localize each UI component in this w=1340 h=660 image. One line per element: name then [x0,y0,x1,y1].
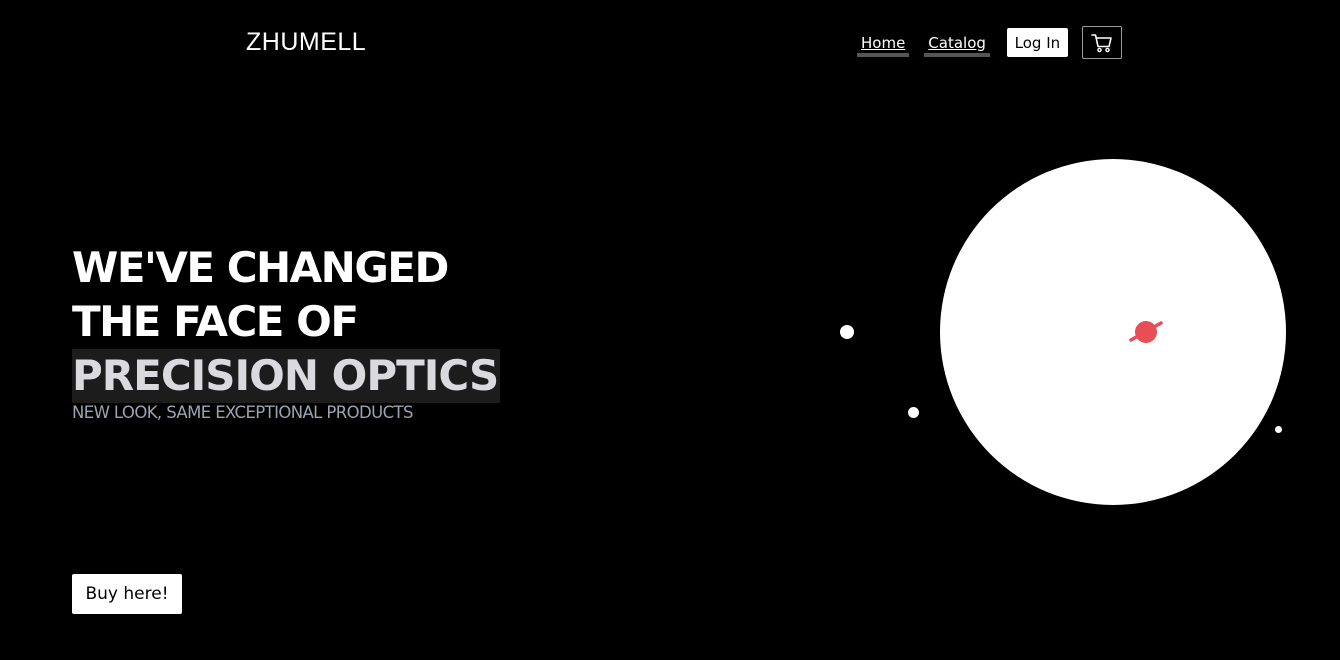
decorative-dot [908,407,919,418]
planet-icon [1129,321,1163,343]
hero-heading-line-2: THE FACE OF [72,297,359,346]
cart-button[interactable] [1081,26,1122,59]
nav-link-home[interactable]: Home [857,29,910,57]
main-nav: Home Catalog Log In [857,26,1122,59]
decorative-dot [840,325,854,339]
brand-logo[interactable]: ZHUMELL [246,28,366,57]
decorative-dot [1275,426,1282,433]
page: ZHUMELL Home Catalog Log In WE'VE CHANGE… [0,0,1340,660]
buy-here-button[interactable]: Buy here! [72,574,182,614]
hero-section: WE'VE CHANGED THE FACE OF PRECISION OPTI… [72,241,501,423]
nav-link-catalog[interactable]: Catalog [924,29,990,57]
shopping-cart-icon [1091,33,1112,52]
login-button[interactable]: Log In [1006,28,1068,57]
hero-subtitle: NEW LOOK, SAME EXCEPTIONAL PRODUCTS [72,403,413,422]
hero-heading-line-1: WE'VE CHANGED [72,243,449,292]
decorative-circle [940,159,1286,505]
hero-heading-highlight: PRECISION OPTICS [72,349,501,403]
